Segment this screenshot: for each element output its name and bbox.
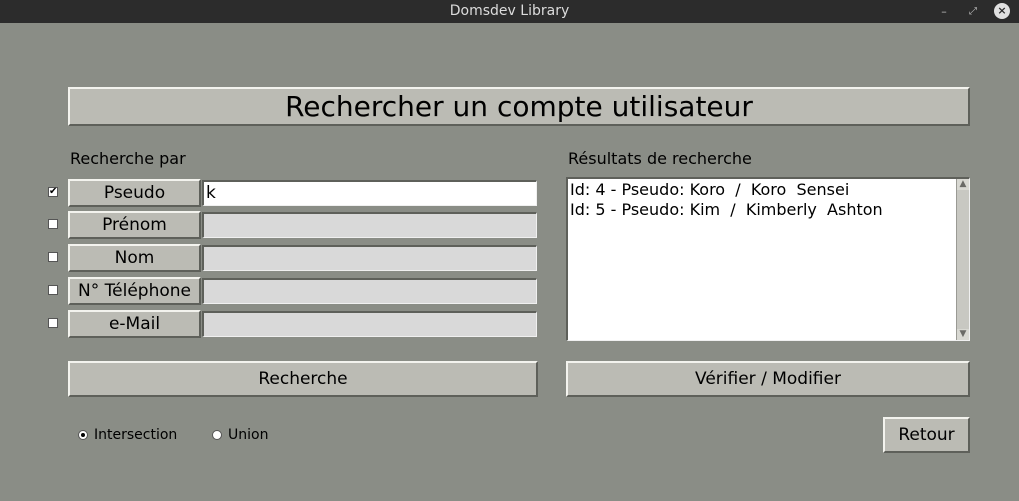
prenom-input[interactable]: [202, 212, 537, 238]
criterion-row-email: e-Mail: [48, 310, 538, 338]
app-window: Domsdev Library – ⤢ × Rechercher un comp…: [0, 0, 1019, 501]
results-label: Résultats de recherche: [568, 149, 752, 168]
radio-option-union[interactable]: Union: [212, 427, 268, 443]
label-email: e-Mail: [68, 310, 201, 338]
scroll-down-icon[interactable]: ▼: [957, 329, 969, 340]
label-nom: Nom: [68, 244, 201, 272]
radio-intersection-label: Intersection: [94, 427, 178, 443]
radio-intersection[interactable]: [78, 430, 88, 440]
results-scrollbar[interactable]: ▲ ▼: [956, 179, 969, 340]
close-icon[interactable]: ×: [994, 3, 1010, 19]
criterion-row-telephone: N° Téléphone: [48, 277, 538, 305]
checkbox-email[interactable]: [48, 318, 58, 328]
search-button[interactable]: Recherche: [68, 361, 538, 397]
criterion-row-nom: Nom: [48, 244, 538, 272]
label-prenom: Prénom: [68, 211, 201, 239]
list-item[interactable]: Id: 5 - Pseudo: Kim / Kimberly Ashton: [569, 200, 955, 220]
radio-union-label: Union: [228, 427, 269, 443]
results-list: Id: 4 - Pseudo: Koro / Koro Sensei Id: 5…: [569, 180, 955, 220]
checkbox-prenom[interactable]: [48, 219, 58, 229]
checkbox-pseudo[interactable]: ✔: [48, 187, 58, 197]
minimize-icon[interactable]: –: [936, 0, 952, 23]
page-title: Rechercher un compte utilisateur: [68, 87, 970, 126]
nom-input[interactable]: [202, 245, 537, 271]
checkbox-nom[interactable]: [48, 252, 58, 262]
window-title: Domsdev Library: [449, 3, 570, 19]
back-button[interactable]: Retour: [883, 417, 970, 453]
radio-union[interactable]: [212, 430, 222, 440]
search-by-label: Recherche par: [70, 149, 186, 168]
scroll-up-icon[interactable]: ▲: [957, 179, 969, 190]
maximize-icon[interactable]: ⤢: [965, 0, 981, 23]
radio-option-intersection[interactable]: Intersection: [78, 427, 177, 443]
label-pseudo: Pseudo: [68, 179, 201, 207]
pseudo-input[interactable]: k: [202, 180, 537, 206]
list-item[interactable]: Id: 4 - Pseudo: Koro / Koro Sensei: [569, 180, 955, 200]
results-listbox[interactable]: Id: 4 - Pseudo: Koro / Koro Sensei Id: 5…: [566, 177, 970, 341]
telephone-input[interactable]: [202, 278, 537, 304]
verify-modify-button[interactable]: Vérifier / Modifier: [566, 361, 970, 397]
checkbox-telephone[interactable]: [48, 285, 58, 295]
email-input[interactable]: [202, 311, 537, 337]
criterion-row-prenom: Prénom: [48, 211, 538, 239]
title-bar: Domsdev Library – ⤢ ×: [0, 0, 1019, 23]
label-telephone: N° Téléphone: [68, 277, 201, 305]
criterion-row-pseudo: ✔ Pseudo k: [48, 179, 538, 207]
